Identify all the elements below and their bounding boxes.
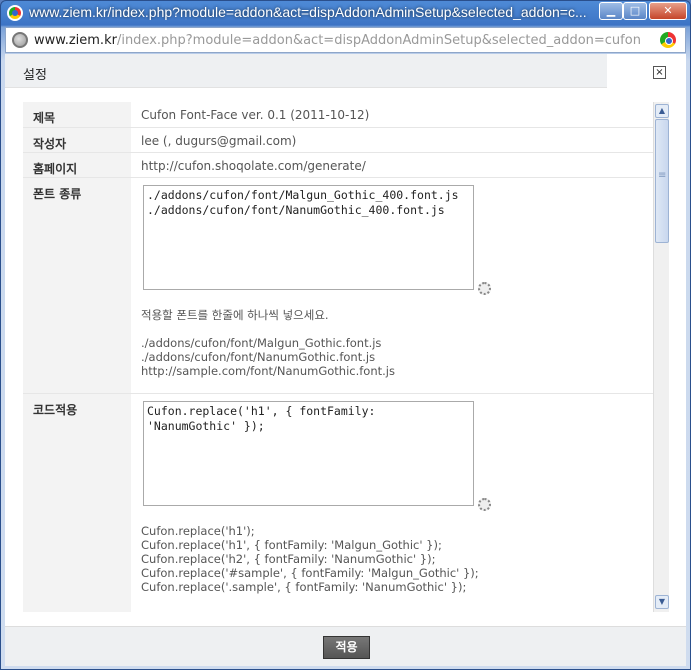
scroll-up-arrow-icon[interactable]: ▲ bbox=[655, 104, 669, 118]
row-author: 작성자 lee (, dugurs@gmail.com) bbox=[23, 128, 653, 153]
chrome-logo-icon bbox=[7, 5, 23, 21]
homepage-label: 홈페이지 bbox=[23, 153, 131, 177]
row-fonts: 폰트 종류 ./addons/cufon/font/Malgun_Gothic_… bbox=[23, 178, 653, 394]
fonts-textarea[interactable]: ./addons/cufon/font/Malgun_Gothic_400.fo… bbox=[143, 185, 474, 290]
dialog-footer: 적용 bbox=[5, 626, 686, 666]
author-value: lee (, dugurs@gmail.com) bbox=[141, 134, 297, 148]
url-path: /index.php?module=addon&act=dispAddonAdm… bbox=[116, 33, 641, 48]
fonts-help-text: 적용할 폰트를 한줄에 하나씩 넣으세요. ./addons/cufon/fon… bbox=[141, 308, 395, 378]
globe-icon bbox=[12, 32, 28, 48]
browser-window: www.ziem.kr/index.php?module=addon&act=d… bbox=[0, 0, 691, 670]
chrome-icon[interactable] bbox=[660, 32, 676, 48]
gear-icon[interactable] bbox=[478, 498, 491, 511]
title-bar[interactable]: www.ziem.kr/index.php?module=addon&act=d… bbox=[1, 1, 690, 25]
name-label: 제목 bbox=[23, 102, 131, 127]
vertical-scrollbar[interactable]: ▲ ▼ bbox=[653, 102, 669, 612]
gear-icon[interactable] bbox=[478, 282, 491, 295]
address-bar[interactable]: www.ziem.kr/index.php?module=addon&act=d… bbox=[5, 27, 686, 53]
code-textarea[interactable]: Cufon.replace('h1', { fontFamily: 'Nanum… bbox=[143, 401, 474, 506]
author-label: 작성자 bbox=[23, 128, 131, 152]
close-window-button[interactable]: ✕ bbox=[649, 2, 687, 20]
code-label: 코드적용 bbox=[23, 394, 131, 612]
scroll-down-arrow-icon[interactable]: ▼ bbox=[655, 595, 669, 609]
dialog-title: 설정 bbox=[23, 68, 47, 83]
code-help-text: Cufon.replace('h1'); Cufon.replace('h1',… bbox=[141, 524, 479, 612]
url-text[interactable]: www.ziem.kr/index.php?module=addon&act=d… bbox=[34, 33, 641, 48]
url-domain: www.ziem.kr bbox=[34, 33, 117, 48]
fonts-label: 폰트 종류 bbox=[23, 178, 131, 393]
row-homepage: 홈페이지 http://cufon.shoqolate.com/generate… bbox=[23, 153, 653, 178]
homepage-value: http://cufon.shoqolate.com/generate/ bbox=[141, 159, 366, 173]
page-content: 설정 × 제목 Cufon Font-Face ver. 0.1 (2011-1… bbox=[5, 54, 686, 666]
row-code: 코드적용 Cufon.replace('h1', { fontFamily: '… bbox=[23, 394, 653, 612]
row-name: 제목 Cufon Font-Face ver. 0.1 (2011-10-12) bbox=[23, 102, 653, 128]
name-value: Cufon Font-Face ver. 0.1 (2011-10-12) bbox=[141, 108, 370, 122]
dialog-header: 설정 bbox=[5, 54, 607, 88]
window-title: www.ziem.kr/index.php?module=addon&act=d… bbox=[29, 4, 587, 20]
dialog-close-button[interactable]: × bbox=[653, 66, 666, 79]
maximize-button[interactable]: □ bbox=[623, 2, 647, 20]
settings-panel: 제목 Cufon Font-Face ver. 0.1 (2011-10-12)… bbox=[23, 102, 669, 612]
scroll-thumb[interactable] bbox=[655, 119, 669, 243]
minimize-button[interactable]: ▁ bbox=[599, 2, 623, 20]
settings-table: 제목 Cufon Font-Face ver. 0.1 (2011-10-12)… bbox=[23, 102, 653, 612]
apply-button[interactable]: 적용 bbox=[323, 636, 370, 659]
